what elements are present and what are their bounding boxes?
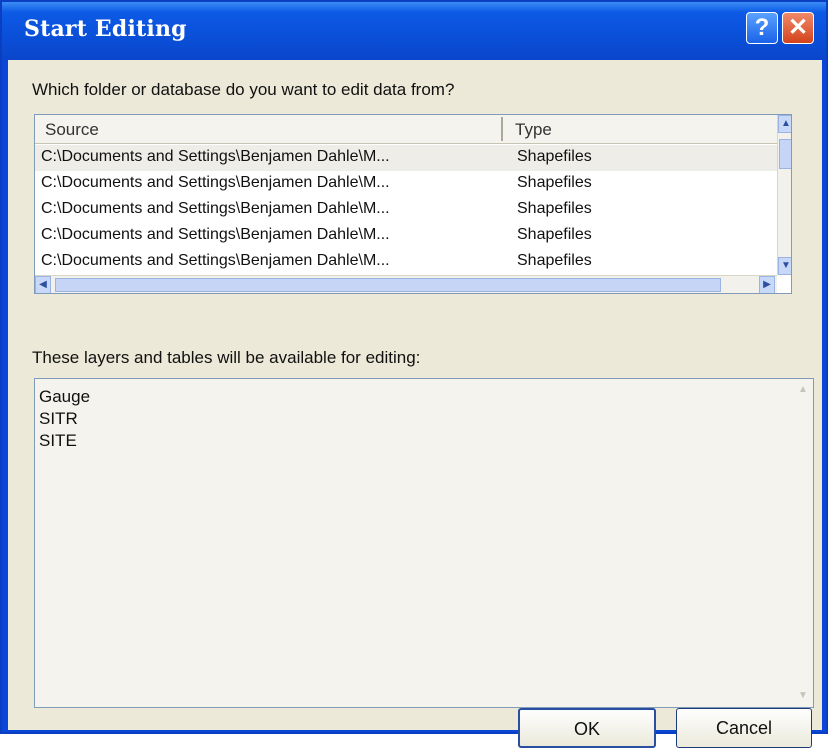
layer-item: Gauge — [39, 387, 91, 406]
dialog-title: Start Editing — [24, 16, 187, 42]
list-row[interactable]: C:\Documents and Settings\Benjamen Dahle… — [35, 249, 777, 275]
horizontal-scroll-thumb[interactable] — [55, 278, 721, 292]
source-prompt-label: Which folder or database do you want to … — [32, 80, 455, 99]
list-vertical-scrollbar[interactable]: ▲ ▼ — [777, 115, 791, 275]
source-list[interactable]: Source Type C:\Documents and Settings\Be… — [34, 114, 792, 294]
start-editing-dialog: Start Editing ? ✕ Which folder or databa… — [0, 0, 828, 748]
row-source: C:\Documents and Settings\Benjamen Dahle… — [41, 148, 390, 165]
scroll-down-icon[interactable]: ▼ — [795, 687, 811, 705]
column-header-type[interactable]: Type — [515, 120, 552, 140]
title-bar[interactable]: Start Editing ? ✕ — [2, 2, 826, 60]
row-type: Shapefiles — [517, 174, 592, 191]
close-icon: ✕ — [787, 14, 809, 41]
scroll-up-icon[interactable]: ▲ — [778, 115, 791, 133]
dialog-body: Which folder or database do you want to … — [8, 60, 822, 748]
column-divider[interactable] — [501, 117, 503, 141]
close-button[interactable]: ✕ — [782, 12, 814, 44]
row-source: C:\Documents and Settings\Benjamen Dahle… — [41, 200, 390, 217]
row-type: Shapefiles — [517, 226, 592, 243]
vertical-scroll-thumb[interactable] — [779, 139, 791, 169]
layer-item: SITR — [39, 409, 78, 428]
layers-prompt-label: These layers and tables will be availabl… — [32, 348, 421, 367]
row-source: C:\Documents and Settings\Benjamen Dahle… — [41, 174, 390, 191]
list-row[interactable]: C:\Documents and Settings\Benjamen Dahle… — [35, 223, 777, 249]
column-header-source[interactable]: Source — [45, 120, 99, 140]
list-row[interactable]: C:\Documents and Settings\Benjamen Dahle… — [35, 145, 777, 171]
scroll-right-icon[interactable]: ▶ — [759, 276, 775, 293]
scroll-left-icon[interactable]: ◀ — [35, 276, 51, 293]
scroll-up-icon[interactable]: ▲ — [795, 381, 811, 399]
help-button[interactable]: ? — [746, 12, 778, 44]
list-header: Source Type — [35, 115, 777, 144]
help-icon: ? — [754, 14, 770, 41]
cancel-button[interactable]: Cancel — [676, 708, 812, 748]
row-type: Shapefiles — [517, 252, 592, 269]
ok-button[interactable]: OK — [518, 708, 656, 748]
list-row[interactable]: C:\Documents and Settings\Benjamen Dahle… — [35, 197, 777, 223]
row-source: C:\Documents and Settings\Benjamen Dahle… — [41, 226, 390, 243]
row-source: C:\Documents and Settings\Benjamen Dahle… — [41, 252, 390, 269]
list-horizontal-scrollbar[interactable]: ◀ ▶ — [35, 275, 777, 293]
list-row[interactable]: C:\Documents and Settings\Benjamen Dahle… — [35, 171, 777, 197]
row-type: Shapefiles — [517, 148, 592, 165]
row-type: Shapefiles — [517, 200, 592, 217]
layers-textbox[interactable]: Gauge SITR SITE ▲ ▼ — [34, 378, 814, 708]
textbox-vertical-scrollbar[interactable]: ▲ ▼ — [795, 381, 811, 705]
layer-item: SITE — [39, 431, 77, 450]
scroll-down-icon[interactable]: ▼ — [778, 257, 791, 275]
